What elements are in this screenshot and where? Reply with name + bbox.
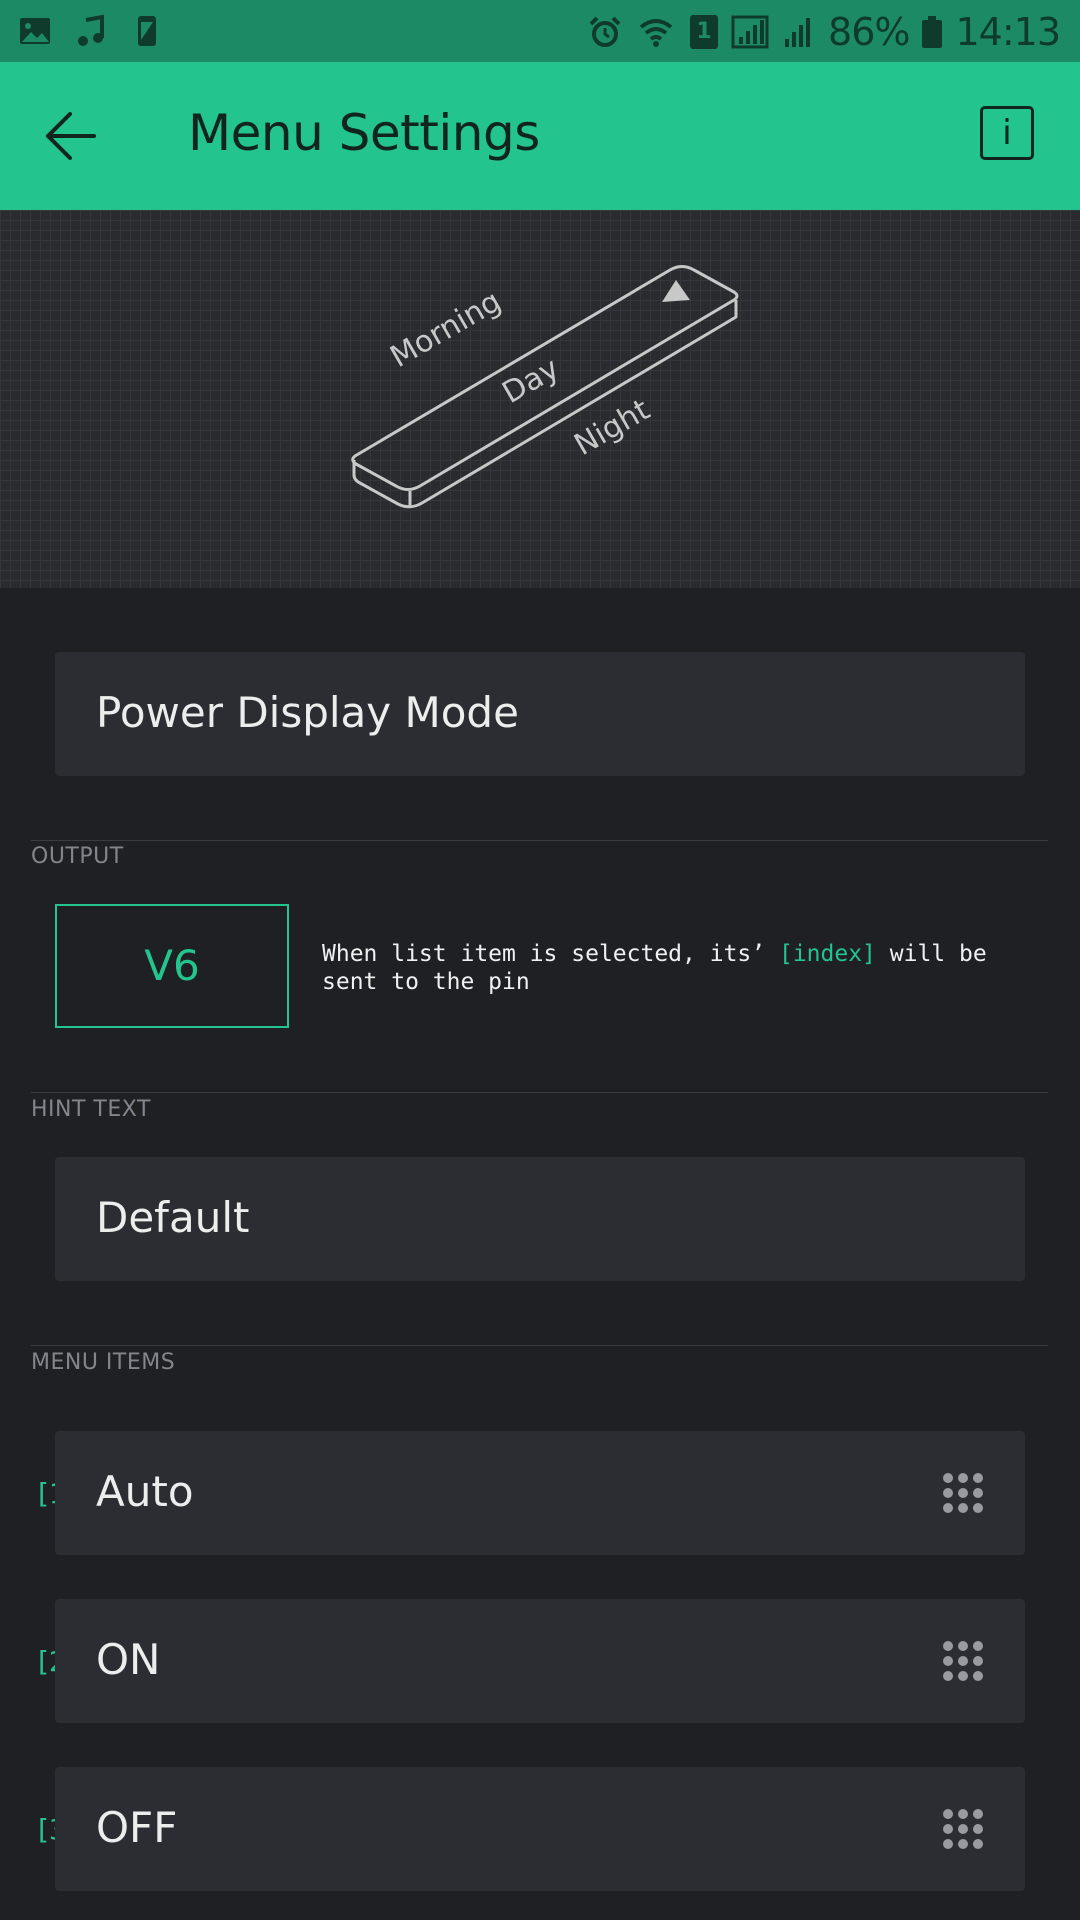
output-pin-selector[interactable]: V6 [55,904,289,1028]
music-icon [78,14,104,46]
preview-item: Morning [385,284,508,375]
drag-handle-icon[interactable] [941,1639,985,1683]
description-index-token: [index] [778,941,876,967]
preview-item: Night [569,392,657,463]
preview-item: Day [497,351,566,411]
section-label-hint-text: HINT TEXT [31,1097,151,1122]
output-description: When list item is selected, its’ [index]… [322,940,1022,996]
page-title: Menu Settings [188,104,540,162]
signal-icon [731,15,769,49]
divider [31,840,1048,841]
menu-item-label: ON [96,1635,161,1684]
phone-screen-icon [138,16,156,46]
sim-icon: 1 [690,15,719,49]
menu-item[interactable]: OFF [55,1767,1025,1891]
battery-icon [922,16,943,48]
alarm-icon [589,16,621,47]
status-bar: 1 86% 14:13 [0,0,1080,62]
drag-handle-icon[interactable] [941,1807,985,1851]
back-arrow-icon[interactable] [44,110,100,162]
hint-text-value: Default [96,1193,250,1242]
widget-title-value: Power Display Mode [96,688,519,737]
section-label-output: OUTPUT [31,844,124,869]
menu-item[interactable]: ON [55,1599,1025,1723]
battery-percent: 86% [828,10,910,54]
image-icon [20,18,50,44]
app-bar: Menu Settings i [0,62,1080,210]
menu-widget-illustration: Morning Day Night [351,265,739,509]
widget-title-input[interactable]: Power Display Mode [55,652,1025,776]
menu-item-label: Auto [96,1467,194,1516]
menu-item[interactable]: Auto [55,1431,1025,1555]
divider [31,1345,1048,1346]
info-button[interactable]: i [980,106,1034,160]
signal-icon [785,18,811,47]
section-label-menu-items: MENU ITEMS [31,1350,176,1375]
widget-preview: Morning Day Night [0,210,1080,588]
divider [31,1092,1048,1093]
menu-item-label: OFF [96,1803,178,1852]
clock: 14:13 [955,10,1061,54]
dropdown-triangle-icon [662,280,690,302]
wifi-icon [639,19,673,47]
drag-handle-icon[interactable] [941,1471,985,1515]
description-text: When list item is selected, its’ [322,941,779,967]
hint-text-input[interactable]: Default [55,1157,1025,1281]
